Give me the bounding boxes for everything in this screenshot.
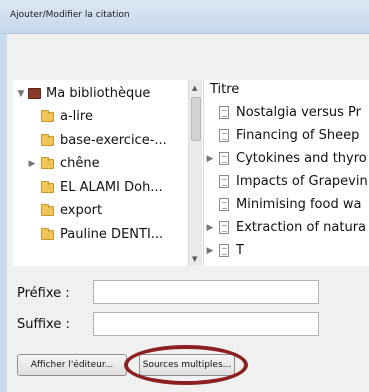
- chevron-right-icon[interactable]: ▶: [205, 217, 215, 239]
- document-icon: [219, 244, 229, 257]
- window-titlebar: Ajouter/Modifier la citation: [0, 0, 369, 34]
- column-header-title[interactable]: Titre: [204, 80, 369, 100]
- tree-item-label: EL ALAMI Doh...: [60, 180, 163, 195]
- document-icon: [219, 129, 229, 142]
- show-editor-button[interactable]: Afficher l'éditeur...: [17, 354, 127, 376]
- folder-icon: [41, 134, 54, 146]
- library-icon: [28, 88, 41, 99]
- item-title: T: [236, 243, 244, 258]
- tree-item-label: Pauline DENTI...: [60, 227, 164, 242]
- folder-icon: [41, 204, 54, 216]
- document-icon: [219, 106, 229, 119]
- document-icon: [219, 221, 229, 234]
- document-icon: [219, 175, 229, 188]
- suffix-label: Suffixe :: [17, 317, 70, 332]
- folder-icon: [41, 228, 54, 240]
- prefix-label: Préfixe :: [17, 286, 70, 301]
- document-icon: [219, 198, 229, 211]
- library-scrollbar[interactable]: ▲ ▼: [188, 80, 202, 266]
- library-tree[interactable]: ▼ Ma bibliothèque a-lire base-exercice-.…: [13, 80, 203, 266]
- chevron-down-icon[interactable]: ▼: [16, 83, 26, 105]
- item-title: Impacts of Grapevin: [236, 174, 368, 189]
- scroll-up-icon[interactable]: ▲: [192, 84, 197, 92]
- items-list[interactable]: Titre Nostalgia versus Pr Financing of S…: [203, 80, 369, 266]
- tree-item-label: a-lire: [60, 109, 93, 124]
- window-frame: [0, 34, 7, 392]
- folder-icon: [41, 110, 54, 122]
- item-title: Financing of Sheep: [236, 128, 360, 143]
- item-title: Nostalgia versus Pr: [236, 105, 361, 120]
- item-title: Minimising food wa: [236, 197, 362, 212]
- multiple-sources-button[interactable]: Sources multiples...: [139, 354, 235, 376]
- chevron-right-icon[interactable]: ▶: [205, 148, 215, 170]
- item-title: Cytokines and thyro: [236, 151, 367, 166]
- folder-icon: [41, 181, 54, 193]
- item-title: Extraction of natura: [236, 220, 367, 235]
- prefix-field[interactable]: [93, 280, 319, 304]
- window-title: Ajouter/Modifier la citation: [10, 10, 130, 20]
- tree-item-label: export: [60, 203, 103, 218]
- chevron-right-icon[interactable]: ▶: [27, 153, 37, 175]
- tree-item-label: base-exercice-...: [60, 133, 167, 148]
- chevron-right-icon[interactable]: ▶: [205, 240, 215, 262]
- tree-item-label: Ma bibliothèque: [46, 86, 151, 101]
- document-icon: [219, 152, 229, 165]
- scrollbar-thumb[interactable]: [191, 97, 201, 141]
- scroll-down-icon[interactable]: ▼: [192, 255, 197, 263]
- column-header-label: Titre: [210, 82, 240, 97]
- tree-item-label: chêne: [60, 156, 100, 171]
- folder-icon: [41, 157, 54, 169]
- suffix-field[interactable]: [93, 312, 319, 336]
